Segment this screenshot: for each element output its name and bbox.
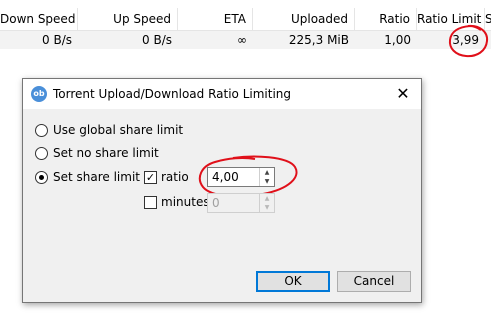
minutes-checkbox[interactable] [144,196,157,209]
column-header-up-speed[interactable]: Up Speed [78,8,178,30]
radio-no-share-limit[interactable] [35,147,48,160]
spin-up-icon: ▲ [264,195,270,202]
cell-ratio: 1,00 [384,33,411,47]
minutes-spinbox-value: 0 [212,196,220,210]
cancel-button[interactable]: Cancel [337,271,411,292]
table-header: Down Speed Up Speed ETA Uploaded Ratio R… [0,8,491,31]
cell-up-speed: 0 B/s [142,33,172,47]
minutes-spinbox-arrows: ▲ ▼ [259,194,274,212]
top-strip [0,0,491,8]
cell-uploaded: 225,3 MiB [288,33,349,47]
radio-no-share-limit-label[interactable]: Set no share limit [53,146,159,160]
cell-down-speed: 0 B/s [42,33,72,47]
close-icon[interactable]: ✕ [391,82,415,106]
minutes-spinbox: 0 ▲ ▼ [207,193,275,213]
annotation-circle-ratio-limit [448,24,489,58]
dialog-title: Torrent Upload/Download Ratio Limiting [53,87,292,101]
qbittorrent-app-icon: ob [31,86,47,102]
ratio-checkbox-label[interactable]: ratio [161,170,189,184]
cell-eta: ∞ [237,33,247,47]
minutes-checkbox-label[interactable]: minutes [161,195,210,209]
ok-button[interactable]: OK [256,271,330,292]
ratio-checkbox[interactable]: ✓ [144,171,157,184]
share-limit-dialog: ob Torrent Upload/Download Ratio Limitin… [22,78,422,303]
radio-global-share-limit-label[interactable]: Use global share limit [53,123,183,137]
column-header-ratio[interactable]: Ratio [355,8,417,30]
radio-set-share-limit-label[interactable]: Set share limit to [53,170,156,184]
column-header-eta[interactable]: ETA [178,8,253,30]
column-header-down-speed[interactable]: Down Speed [0,8,78,30]
radio-global-share-limit[interactable] [35,124,48,137]
table-row[interactable]: 0 B/s 0 B/s ∞ 225,3 MiB 1,00 3,99 [0,31,491,49]
spin-down-icon: ▼ [264,204,270,211]
radio-set-share-limit[interactable] [35,171,48,184]
dialog-titlebar[interactable]: ob Torrent Upload/Download Ratio Limitin… [23,79,421,109]
column-header-uploaded[interactable]: Uploaded [253,8,355,30]
